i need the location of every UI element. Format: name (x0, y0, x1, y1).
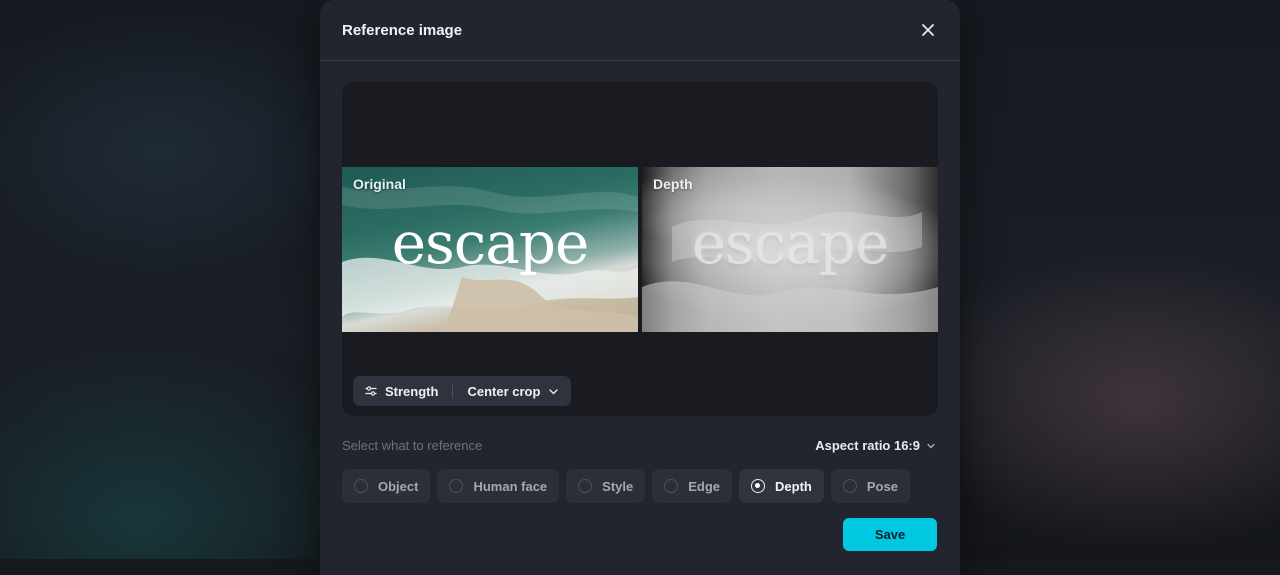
option-label: Object (378, 478, 419, 494)
original-image-text: escape (391, 209, 590, 277)
reference-section-label: Select what to reference (342, 438, 483, 453)
save-button[interactable]: Save (843, 518, 937, 551)
sliders-icon (365, 386, 377, 396)
crop-dropdown[interactable]: Center crop (467, 384, 559, 399)
original-label: Original (353, 176, 406, 192)
option-label: Depth (775, 478, 812, 494)
radio-icon (449, 479, 464, 493)
close-button[interactable] (918, 20, 938, 40)
reference-image-modal: Reference image Original escape Depth es… (320, 0, 960, 575)
option-label: Style (602, 478, 634, 494)
original-image-panel: Original escape (342, 167, 638, 332)
option-pose[interactable]: Pose (830, 469, 910, 503)
reference-section-header: Select what to reference Aspect ratio 16… (342, 438, 938, 456)
option-object[interactable]: Object (342, 469, 431, 503)
option-label: Pose (866, 478, 898, 494)
option-style[interactable]: Style (566, 469, 646, 503)
modal-title: Reference image (342, 22, 463, 39)
toolbar-divider (452, 384, 454, 398)
image-preview: Original escape Depth escape Strength Ce… (342, 82, 938, 416)
aspect-ratio-dropdown[interactable]: Aspect ratio 16:9 (815, 438, 936, 453)
strength-label: Strength (385, 383, 439, 399)
aspect-ratio-label: Aspect ratio 16:9 (815, 438, 920, 453)
option-human-face[interactable]: Human face (437, 469, 560, 503)
close-icon (922, 24, 934, 36)
option-label: Edge (688, 478, 721, 494)
reference-options: Object Human face Style Edge Depth Pose (342, 469, 910, 503)
radio-icon (354, 479, 368, 493)
chevron-down-icon (927, 443, 935, 448)
option-label: Human face (473, 478, 548, 494)
depth-image-text: escape (691, 209, 890, 277)
preview-toolbar: Strength Center crop (353, 376, 572, 406)
option-edge[interactable]: Edge (652, 469, 733, 503)
radio-selected-icon (751, 479, 766, 493)
modal-header: Reference image (320, 0, 960, 61)
radio-icon (578, 479, 593, 493)
strength-button[interactable]: Strength (365, 384, 438, 399)
option-depth[interactable]: Depth (739, 469, 824, 503)
depth-label: Depth (653, 176, 693, 192)
radio-icon (842, 479, 857, 493)
depth-map-panel: Depth escape (642, 167, 938, 332)
crop-label: Center crop (467, 383, 541, 399)
chevron-down-icon (549, 388, 559, 394)
radio-icon (664, 479, 679, 493)
